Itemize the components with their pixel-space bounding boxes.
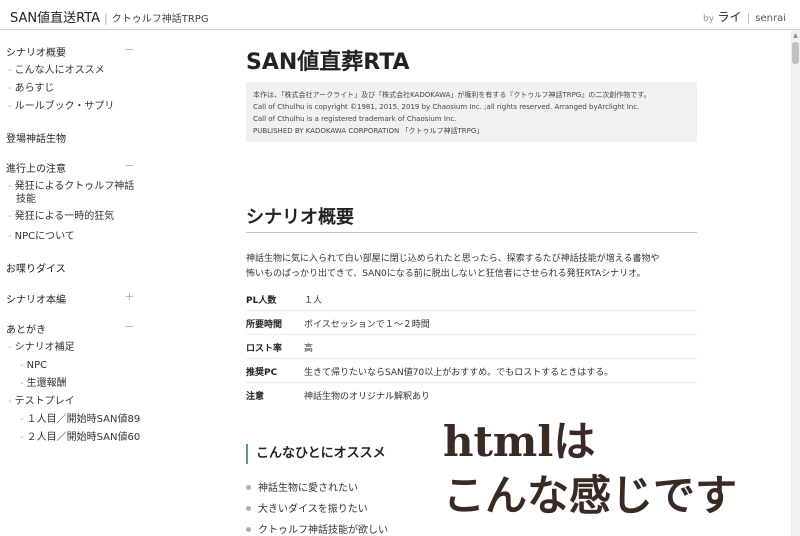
site-title[interactable]: SAN値直送RTA: [10, 11, 100, 26]
notice-line: 本作は、「株式会社アークライト」及び「株式会社KADOKAWA」が権利を有する『…: [253, 91, 651, 99]
sidebar-item-synopsis[interactable]: - あらすじ: [8, 82, 138, 95]
sidebar-nav: シナリオ概要 − - こんな人にオススメ - あらすじ - ルールブック・サプリ 登場…: [0, 30, 142, 536]
spec-value: 高: [304, 344, 314, 354]
spec-key: 所要時間: [246, 320, 283, 330]
spec-row-lost-rate: ロスト率 高: [246, 337, 697, 359]
page-title: SAN値直葬RTA: [246, 50, 410, 75]
site-subtitle: クトゥルフ神話TRPG: [111, 14, 209, 25]
sidebar-section-notes[interactable]: 進行上の注意 −: [6, 159, 138, 175]
spec-value: 神話生物のオリジナル解釈あり: [304, 392, 431, 402]
spec-key: PL人数: [246, 296, 277, 306]
bullet-icon: [246, 484, 251, 490]
spec-row-players: PL人数 １人: [246, 289, 697, 311]
site-header: SAN値直送RTA | クトゥルフ神話TRPG by ライ | senrai: [0, 0, 800, 30]
list-item: 神話生物に愛されたい: [246, 479, 358, 494]
list-item: 大きいダイスを振りたい: [246, 500, 368, 515]
bullet-icon: [246, 505, 251, 511]
sidebar-item-supplement[interactable]: - シナリオ補足: [8, 341, 138, 354]
intro-paragraph: 神話生物に気に入られて白い部屋に閉じ込められたと思ったら、探索するたび神話技能が…: [246, 254, 660, 279]
vertical-scrollbar[interactable]: ▲: [791, 30, 800, 536]
sidebar-item-testplay[interactable]: - テストプレイ: [8, 395, 138, 408]
scroll-up-arrow-icon[interactable]: ▲: [792, 32, 799, 40]
sidebar-item-rulebook[interactable]: - ルールブック・サプリ: [8, 100, 138, 113]
overlay-line-2: こんな感じです: [443, 471, 738, 520]
author-link[interactable]: ライ: [718, 10, 742, 24]
spec-key: 推奨PC: [246, 368, 278, 378]
overlay-caption: htmlは こんな感じです: [443, 415, 737, 523]
sidebar-section-afterword[interactable]: あとがき −: [6, 320, 138, 336]
author-info: by ライ | senrai: [703, 8, 786, 25]
list-item: クトゥルフ神話技能が欲しい: [246, 521, 388, 536]
sidebar-section-label: シナリオ本編: [6, 295, 66, 306]
section-heading-overview: シナリオ概要: [246, 207, 354, 228]
spec-key: 注意: [246, 392, 265, 402]
notice-line: PUBLISHED BY KADOKAWA CORPORATION 「クトゥルフ…: [253, 127, 484, 135]
spec-key: ロスト率: [246, 344, 283, 354]
overlay-line-1: htmlは: [443, 417, 596, 466]
sidebar-item-temporary-insanity[interactable]: - 発狂による一時的狂気: [8, 210, 138, 223]
bullet-icon: [246, 526, 251, 532]
sidebar-section-main-story[interactable]: シナリオ本編 +: [6, 290, 138, 306]
sidebar-item-madness-mythos[interactable]: - 発狂によるクトゥルフ神話 技能: [8, 180, 138, 206]
sidebar-section-label: 進行上の注意: [6, 164, 66, 175]
expand-toggle[interactable]: +: [125, 290, 134, 303]
notice-line: Call of Cthulhu is a registered trademar…: [253, 115, 457, 123]
spec-value: 生きて帰りたいならSAN値70以上がおすすめ。でもロストするときはする。: [304, 368, 614, 378]
site-brand[interactable]: SAN値直送RTA | クトゥルフ神話TRPG: [10, 7, 209, 26]
sidebar-section-label: あとがき: [6, 325, 46, 336]
author-separator: |: [746, 11, 751, 24]
collapse-toggle[interactable]: −: [125, 159, 134, 172]
sidebar-section-label: シナリオ概要: [6, 48, 66, 59]
subsection-heading-recommend: こんなひとにオススメ: [246, 444, 386, 464]
sidebar-section-creatures[interactable]: 登場神話生物: [6, 130, 138, 145]
notice-line: Call of Cthulhu is copyright ©1981, 2015…: [253, 103, 640, 111]
copyright-notice: 本作は、「株式会社アークライト」及び「株式会社KADOKAWA」が権利を有する『…: [246, 82, 697, 142]
sidebar-section-label: 登場神話生物: [6, 134, 66, 145]
sidebar-item-player1[interactable]: -１人目／開始時SAN値89: [20, 413, 150, 426]
spec-row-recommended-pc: 推奨PC 生きて帰りたいならSAN値70以上がおすすめ。でもロストするときはする…: [246, 361, 697, 383]
sidebar-item-supplement-npc[interactable]: - NPC: [20, 359, 150, 372]
site-link[interactable]: senrai: [755, 13, 786, 24]
sidebar-section-dice[interactable]: お喋りダイス: [6, 260, 138, 275]
spec-value: ボイスセッションで１～２時間: [304, 320, 430, 330]
sidebar-item-recommend[interactable]: - こんな人にオススメ: [8, 64, 138, 77]
sidebar-section-label: お喋りダイス: [6, 264, 66, 275]
collapse-toggle[interactable]: −: [125, 43, 134, 56]
spec-row-caution: 注意 神話生物のオリジナル解釈あり: [246, 385, 697, 407]
collapse-toggle[interactable]: −: [125, 320, 134, 333]
spec-row-duration: 所要時間 ボイスセッションで１～２時間: [246, 313, 697, 335]
by-label: by: [703, 14, 715, 24]
spec-value: １人: [304, 296, 323, 306]
section-divider: [246, 232, 697, 233]
brand-separator: |: [104, 12, 108, 25]
sidebar-item-reward[interactable]: - 生還報酬: [20, 377, 150, 390]
scroll-thumb[interactable]: [792, 42, 799, 64]
sidebar-item-npc[interactable]: - NPCについて: [8, 230, 138, 243]
sidebar-section-overview[interactable]: シナリオ概要 −: [6, 43, 138, 59]
sidebar-item-player2[interactable]: -２人目／開始時SAN値60: [20, 431, 150, 444]
